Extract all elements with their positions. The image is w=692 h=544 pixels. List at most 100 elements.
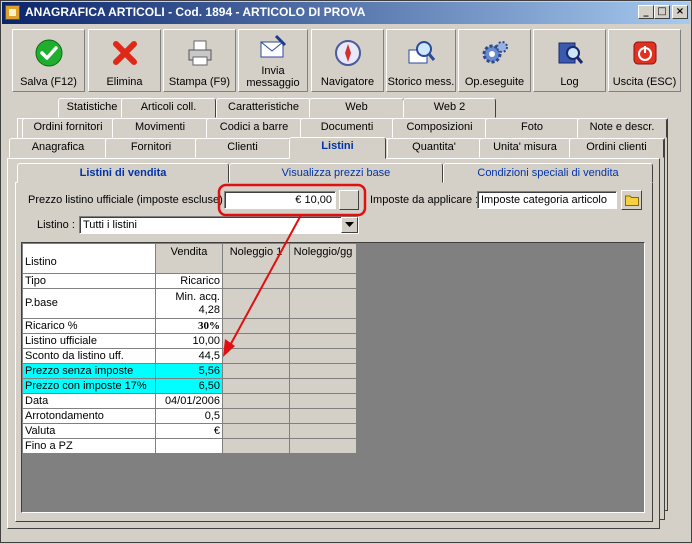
- subtab-condizioni-speciali[interactable]: Condizioni speciali di vendita: [443, 163, 653, 183]
- prezzo-calc-button[interactable]: [339, 190, 359, 210]
- tab-listini[interactable]: Listini: [289, 137, 386, 159]
- tab-articoli-coll[interactable]: Articoli coll.: [121, 98, 216, 118]
- tab-ordini-fornitori[interactable]: Ordini fornitori: [22, 118, 114, 138]
- storico-mess-button[interactable]: Storico mess.: [386, 29, 456, 92]
- table-row: Tipo Ricarico: [22, 273, 357, 289]
- cell-vendita[interactable]: 04/01/2006: [155, 393, 223, 409]
- stampa-label: Stampa (F9): [168, 76, 231, 88]
- row-label: Valuta: [22, 423, 156, 439]
- app-icon: [5, 5, 20, 20]
- cell-noleggio-gg[interactable]: [289, 378, 357, 394]
- tab-movimenti[interactable]: Movimenti: [112, 118, 208, 138]
- cell-vendita[interactable]: 0,5: [155, 408, 223, 424]
- printer-icon: [188, 40, 211, 66]
- listino-label: Listino :: [37, 219, 75, 231]
- cell-noleggio-1[interactable]: [222, 378, 290, 394]
- cell-noleggio-1[interactable]: [222, 363, 290, 379]
- cell-noleggio-gg[interactable]: [289, 333, 357, 349]
- power-icon: [633, 41, 656, 65]
- check-icon: [35, 39, 62, 67]
- cell-noleggio-1[interactable]: [222, 318, 290, 334]
- row-label: Fino a PZ: [22, 438, 156, 454]
- cell-noleggio-gg[interactable]: [289, 273, 357, 289]
- compass-icon: [334, 40, 361, 66]
- cell-noleggio-gg[interactable]: [289, 363, 357, 379]
- cell-noleggio-gg[interactable]: [289, 423, 357, 439]
- close-button[interactable]: ×: [672, 5, 688, 19]
- tab-composizioni[interactable]: Composizioni: [392, 118, 487, 138]
- cell-noleggio-gg[interactable]: [289, 288, 357, 319]
- prezzo-listino-input[interactable]: € 10,00: [224, 191, 336, 209]
- tab-codici-a-barre[interactable]: Codici a barre: [206, 118, 302, 138]
- cell-noleggio-1[interactable]: [222, 333, 290, 349]
- tab-web-2[interactable]: Web 2: [403, 98, 496, 118]
- tab-note-e-descr[interactable]: Note e descr.: [577, 118, 667, 138]
- row-label: P.base: [22, 288, 156, 319]
- prezzo-listino-label: Prezzo listino ufficiale (imposte esclus…: [28, 194, 229, 206]
- header-noleggio-1[interactable]: Noleggio 1: [222, 243, 290, 274]
- cell-vendita[interactable]: €: [155, 423, 223, 439]
- cell-vendita-line2: 4,28: [198, 303, 220, 316]
- cell-noleggio-gg[interactable]: [289, 408, 357, 424]
- header-vendita[interactable]: Vendita: [155, 243, 223, 274]
- subtab-listini-di-vendita[interactable]: Listini di vendita: [17, 163, 229, 183]
- op-eseguite-button[interactable]: Op.eseguite: [458, 29, 531, 92]
- tab-web[interactable]: Web: [309, 98, 404, 118]
- cell-noleggio-1[interactable]: [222, 408, 290, 424]
- table-row: Fino a PZ: [22, 438, 357, 454]
- cell-vendita[interactable]: 44,5: [155, 348, 223, 364]
- cell-noleggio-1[interactable]: [222, 273, 290, 289]
- tab-unita-misura[interactable]: Unita' misura: [479, 138, 571, 158]
- subtab-visualizza-prezzi-base[interactable]: Visualizza prezzi base: [229, 163, 443, 183]
- tab-foto[interactable]: Foto: [485, 118, 579, 138]
- row-label: Ricarico %: [22, 318, 156, 334]
- minimize-button[interactable]: _: [638, 5, 654, 19]
- cell-vendita[interactable]: 5,56: [155, 363, 223, 379]
- cell-noleggio-1[interactable]: [222, 393, 290, 409]
- op-eseguite-label: Op.eseguite: [464, 76, 525, 88]
- tab-ordini-clienti[interactable]: Ordini clienti: [569, 138, 664, 158]
- maximize-button[interactable]: □: [654, 5, 670, 19]
- uscita-button[interactable]: Uscita (ESC): [608, 29, 681, 92]
- table-header-row: Listino Vendita Noleggio 1 Noleggio/gg: [22, 243, 357, 274]
- cell-vendita[interactable]: 6,50: [155, 378, 223, 394]
- listini-grid: Listino Vendita Noleggio 1 Noleggio/gg T…: [21, 242, 645, 513]
- cell-noleggio-gg[interactable]: [289, 318, 357, 334]
- listino-dropdown-button[interactable]: [341, 217, 358, 233]
- imposte-input[interactable]: Imposte categoria articolo: [477, 191, 617, 209]
- cell-noleggio-1[interactable]: [222, 348, 290, 364]
- elimina-button[interactable]: Elimina: [88, 29, 161, 92]
- listino-select[interactable]: Tutti i listini: [79, 216, 359, 234]
- tab-quantita[interactable]: Quantita': [387, 138, 481, 158]
- tab-statistiche[interactable]: Statistiche: [58, 98, 126, 118]
- tab-fornitori[interactable]: Fornitori: [105, 138, 197, 158]
- cell-noleggio-1[interactable]: [222, 438, 290, 454]
- salva-button[interactable]: Salva (F12): [12, 29, 85, 92]
- cell-noleggio-gg[interactable]: [289, 393, 357, 409]
- tab-caratteristiche[interactable]: Caratteristiche: [216, 98, 311, 118]
- table-row: Sconto da listino uff. 44,5: [22, 348, 357, 364]
- cell-vendita[interactable]: 10,00: [155, 333, 223, 349]
- tab-documenti[interactable]: Documenti: [300, 118, 394, 138]
- cell-noleggio-gg[interactable]: [289, 438, 357, 454]
- title-bar[interactable]: ANAGRAFICA ARTICOLI - Cod. 1894 - ARTICO…: [2, 2, 690, 24]
- log-button[interactable]: Log: [533, 29, 606, 92]
- imposte-browse-button[interactable]: [621, 190, 642, 210]
- cell-vendita[interactable]: Ricarico: [155, 273, 223, 289]
- tab-clienti[interactable]: Clienti: [195, 138, 290, 158]
- header-noleggio-gg[interactable]: Noleggio/gg: [289, 243, 357, 274]
- cell-noleggio-gg[interactable]: [289, 348, 357, 364]
- gears-icon: [482, 41, 508, 64]
- invia-messaggio-button[interactable]: Invia messaggio: [238, 29, 308, 92]
- cell-vendita[interactable]: Min. acq. 4,28: [155, 288, 223, 319]
- cell-vendita[interactable]: [155, 438, 223, 454]
- chevron-down-icon: [345, 222, 354, 227]
- cell-vendita[interactable]: 30%: [155, 318, 223, 334]
- row-label: Listino ufficiale: [22, 333, 156, 349]
- cell-noleggio-1[interactable]: [222, 288, 290, 319]
- imposte-label: Imposte da applicare :: [370, 194, 479, 206]
- navigatore-button[interactable]: Navigatore: [311, 29, 384, 92]
- cell-noleggio-1[interactable]: [222, 423, 290, 439]
- stampa-button[interactable]: Stampa (F9): [163, 29, 236, 92]
- tab-anagrafica[interactable]: Anagrafica: [9, 138, 107, 158]
